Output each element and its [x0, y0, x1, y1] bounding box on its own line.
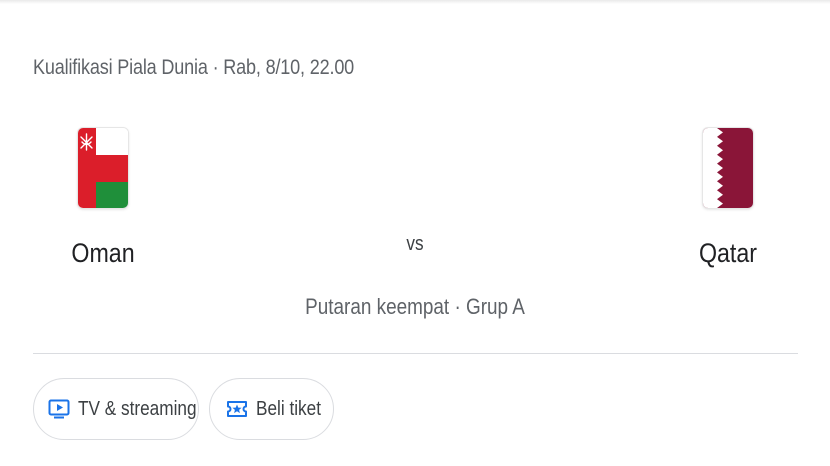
match-stage: Putaran keempat · Grup A: [305, 294, 525, 319]
home-team-name: Oman: [71, 238, 135, 268]
tv-streaming-label: TV & streaming: [78, 397, 197, 420]
sports-match-card: Kualifikasi Piala Dunia · Rab, 8/10, 22.…: [0, 0, 830, 466]
buy-ticket-button[interactable]: Beli tiket: [209, 378, 334, 440]
away-team-name: Qatar: [698, 238, 758, 268]
qatar-flag-icon: [703, 128, 753, 208]
vs-label: vs: [406, 233, 424, 255]
ticket-star-icon: [226, 398, 248, 420]
section-divider: [33, 353, 798, 354]
away-team[interactable]: Qatar: [668, 128, 788, 269]
tv-streaming-button[interactable]: TV & streaming: [33, 378, 199, 440]
top-divider: [0, 0, 830, 4]
buy-ticket-label: Beli tiket: [256, 397, 322, 420]
home-team[interactable]: Oman: [43, 128, 163, 269]
tv-play-icon: [48, 398, 70, 420]
match-info: Kualifikasi Piala Dunia · Rab, 8/10, 22.…: [33, 56, 355, 79]
oman-flag-icon: [78, 128, 128, 208]
